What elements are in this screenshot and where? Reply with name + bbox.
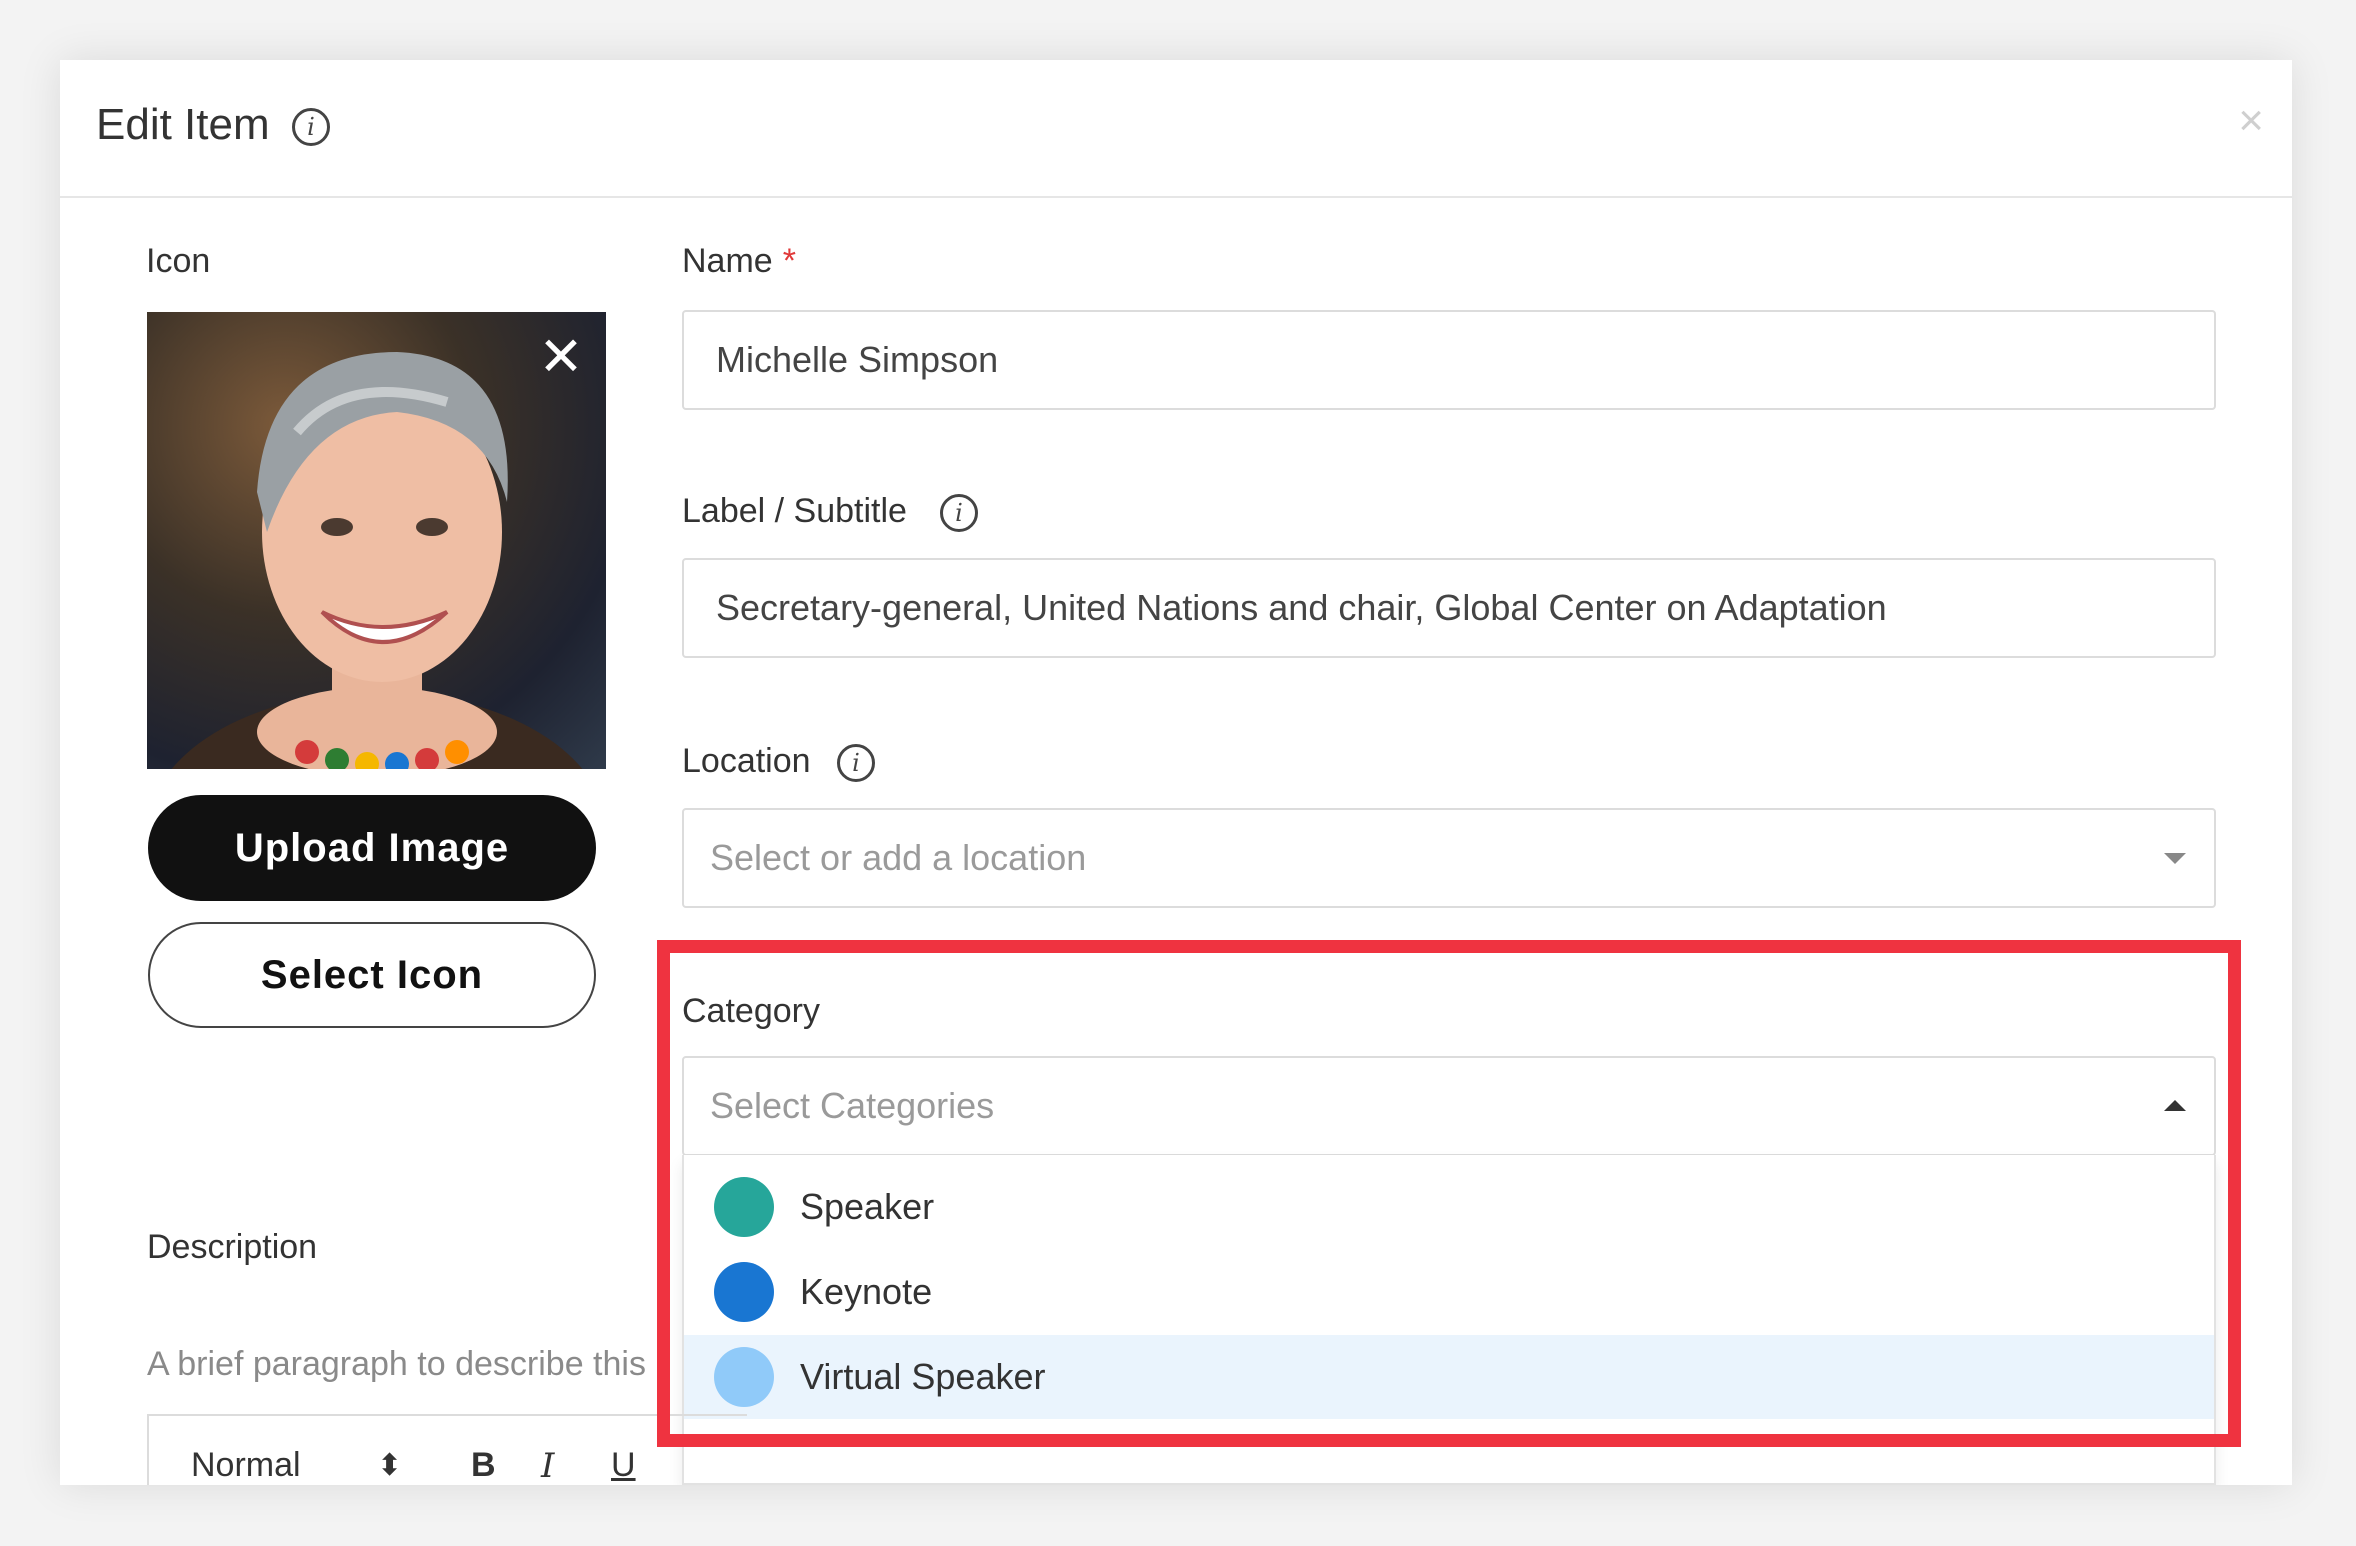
color-dot-icon [714,1177,774,1237]
category-option-speaker[interactable]: Speaker [684,1165,2214,1249]
required-mark: * [782,242,796,280]
category-dropdown: Speaker Keynote Virtual Speaker [682,1155,2216,1485]
underline-button[interactable]: U [611,1446,636,1485]
description-hint: A brief paragraph to describe this i [147,1345,663,1383]
format-select[interactable]: Normal [191,1446,301,1485]
select-arrows-icon: ⬍ [377,1449,403,1482]
option-label: Speaker [800,1186,935,1227]
select-icon-button[interactable]: Select Icon [148,922,596,1028]
option-label: Virtual Speaker [800,1356,1046,1397]
modal-header: Edit Item i × [60,60,2292,198]
info-icon[interactable]: i [940,494,978,532]
chevron-up-icon [2164,1100,2186,1111]
icon-label: Icon [146,242,211,280]
info-icon[interactable]: i [837,744,875,782]
category-placeholder: Select Categories [710,1085,995,1126]
modal-title: Edit Item [96,100,270,149]
remove-photo-icon[interactable]: ✕ [534,330,588,384]
subtitle-input[interactable]: Secretary-general, United Nations and ch… [682,558,2216,658]
location-select[interactable]: Select or add a location [682,808,2216,908]
location-placeholder: Select or add a location [710,837,1087,878]
subtitle-label: Label / Subtitle [682,492,907,530]
color-dot-icon [714,1347,774,1407]
location-label: Location [682,742,811,780]
name-input[interactable]: Michelle Simpson [682,310,2216,410]
info-icon[interactable]: i [292,108,330,146]
chevron-down-icon [2164,853,2186,864]
italic-button[interactable]: I [541,1446,554,1485]
category-option-virtual-speaker[interactable]: Virtual Speaker [684,1335,2214,1419]
category-option-keynote[interactable]: Keynote [684,1250,2214,1334]
upload-image-button[interactable]: Upload Image [148,795,596,901]
avatar-photo: ✕ [147,312,606,769]
edit-item-modal: Edit Item i × Icon ✕ Upload Image Select… [60,60,2292,1485]
category-select[interactable]: Select Categories [682,1056,2216,1156]
close-icon[interactable]: × [2238,96,2264,146]
description-label: Description [147,1228,318,1266]
color-dot-icon [714,1262,774,1322]
category-label: Category [682,992,820,1030]
name-label: Name * [682,242,796,281]
bold-button[interactable]: B [471,1446,496,1485]
option-label: Keynote [800,1271,933,1312]
name-label-text: Name [682,242,773,280]
rich-text-editor: Normal ⬍ B I U [147,1414,747,1485]
